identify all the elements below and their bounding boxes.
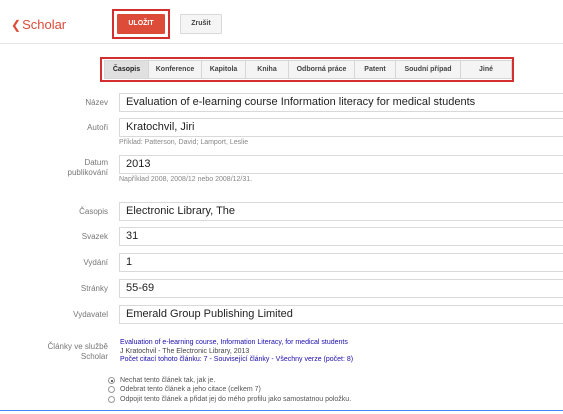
radio-remove[interactable] (108, 386, 115, 394)
volume-label: Svazek (81, 232, 108, 241)
option-remove[interactable]: Odebrat tento článek a jeho citace (celk… (108, 385, 351, 394)
pages-input[interactable]: 55-69 (119, 279, 563, 298)
tab-court-case[interactable]: Soudní případ (396, 61, 461, 78)
related-articles-link[interactable]: Související články (214, 356, 270, 363)
date-input[interactable]: 2013 (119, 155, 563, 174)
all-versions-link[interactable]: Všechny verze (počet: 8) (276, 356, 353, 363)
option-detach-label: Odpojit tento článek a přidat jej do méh… (120, 395, 352, 403)
related-label: Články ve službě Scholar (48, 342, 108, 362)
authors-label: Autoři (87, 123, 108, 132)
radio-keep[interactable] (108, 377, 115, 385)
date-label: Datum publikování (68, 158, 108, 178)
tab-conference[interactable]: Konference (149, 61, 202, 78)
tab-thesis[interactable]: Odborná práce (289, 61, 355, 78)
related-article-source: J Kratochvil - The Electronic Library, 2… (120, 347, 250, 355)
option-keep[interactable]: Nechat tento článek tak, jak je. (108, 376, 351, 385)
article-action-options: Nechat tento článek tak, jak je. Odebrat… (108, 376, 351, 404)
related-label-line2: Scholar (80, 352, 108, 361)
tab-patent[interactable]: Patent (355, 61, 396, 78)
pages-label: Stránky (80, 284, 108, 293)
tab-chapter[interactable]: Kapitola (202, 61, 246, 78)
tab-journal[interactable]: Časopis (105, 61, 149, 78)
volume-input[interactable]: 31 (119, 227, 563, 246)
radio-detach[interactable] (108, 395, 115, 403)
top-bar: ❮Scholar ULOŽIT Zrušit (0, 0, 563, 44)
publisher-input[interactable]: Emerald Group Publishing Limited (119, 305, 563, 324)
tab-book[interactable]: Kniha (246, 61, 289, 78)
save-button[interactable]: ULOŽIT (117, 14, 165, 34)
brand-label: Scholar (22, 17, 67, 32)
option-detach[interactable]: Odpojit tento článek a přidat jej do méh… (108, 395, 351, 404)
date-hint: Například 2008, 2008/12 nebo 2008/12/31. (119, 176, 253, 183)
issue-label: Vydání (83, 258, 108, 267)
bottom-divider (0, 410, 563, 411)
title-input[interactable]: Evaluation of e-learning course Informat… (119, 93, 563, 112)
option-keep-label: Nechat tento článek tak, jak je. (120, 377, 216, 385)
title-label: Název (85, 98, 108, 107)
related-label-line1: Články ve službě (47, 342, 108, 351)
document-type-tabs: Časopis Konference Kapitola Kniha Odborn… (104, 60, 512, 79)
related-article: Evaluation of e-learning course, Informa… (120, 339, 353, 365)
back-to-scholar-link[interactable]: ❮Scholar (11, 17, 66, 32)
option-remove-label: Odebrat tento článek a jeho citace (celk… (120, 386, 261, 394)
related-article-link[interactable]: Evaluation of e-learning course, Informa… (120, 339, 353, 348)
chevron-left-icon: ❮ (11, 18, 22, 32)
cancel-button[interactable]: Zrušit (180, 14, 222, 34)
publisher-label: Vydavatel (73, 310, 108, 319)
date-label-line1: Datum (84, 158, 108, 167)
journal-input[interactable]: Electronic Library, The (119, 202, 563, 221)
tab-other[interactable]: Jiné (461, 61, 511, 78)
authors-input[interactable]: Kratochvil, Jiri (119, 118, 563, 137)
authors-hint: Příklad: Patterson, David; Lamport, Lesl… (119, 139, 249, 146)
issue-input[interactable]: 1 (119, 253, 563, 272)
cited-by-link[interactable]: Počet citací tohoto článku: 7 (120, 356, 208, 363)
date-label-line2: publikování (67, 168, 108, 177)
journal-label: Časopis (79, 207, 108, 216)
